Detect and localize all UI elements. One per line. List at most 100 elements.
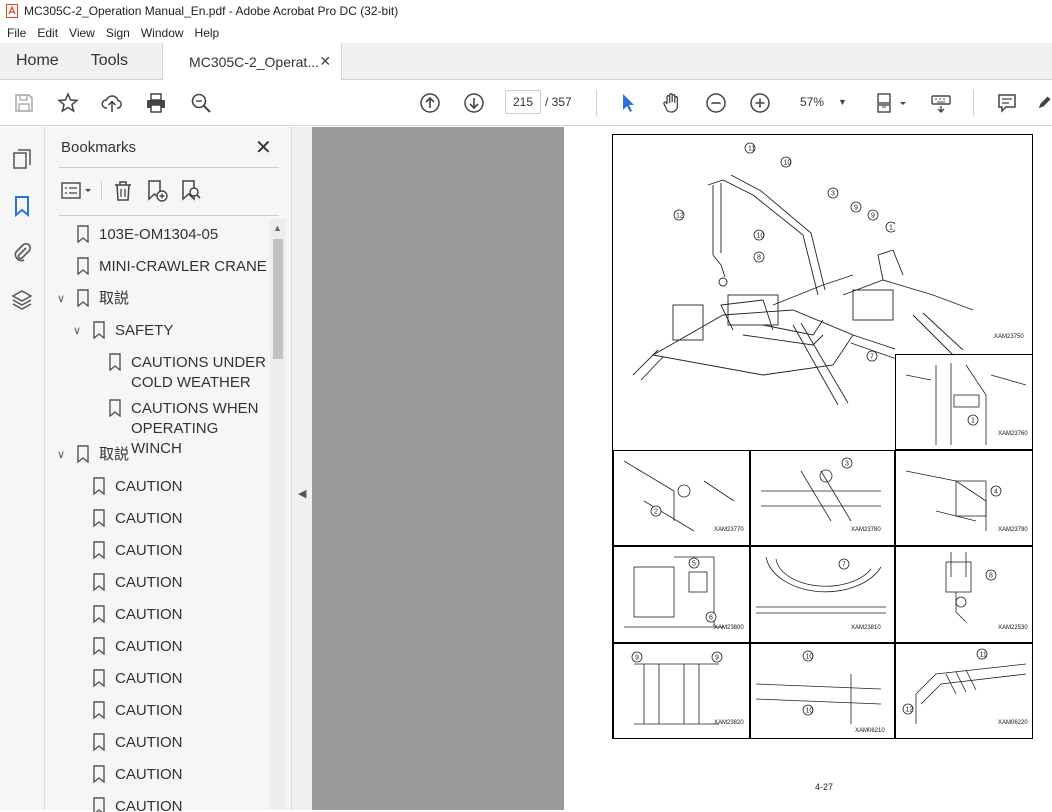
svg-text:5: 5 [692,561,696,568]
bookmark-item[interactable]: CAUTION [93,765,183,785]
bookmark-options-icon[interactable] [61,179,95,203]
bookmark-item[interactable]: CAUTIONS WHEN OPERATING WINCH [109,399,269,459]
detail-cell: 9 9 XAM23820 [613,643,750,739]
menu-bar: File Edit View Sign Window Help [0,22,1052,43]
attachment-icon[interactable] [10,240,34,264]
chevron-down-icon[interactable]: ∨ [57,445,71,465]
hand-tool-icon[interactable] [660,91,684,115]
detail-drawing: 10 10 [755,650,882,724]
bookmark-icon [77,225,89,243]
pdf-page: 11 10 3 9 9 12 10 8 1 5 6 4 7 [564,127,1052,810]
bookmark-label: CAUTION [115,670,183,687]
page-number-input[interactable]: 215 [505,90,541,114]
bookmark-item[interactable]: ∨ 取説 [57,289,129,309]
menu-file[interactable]: File [3,26,30,40]
figure-code: XAM23820 [714,720,744,726]
new-bookmark-icon[interactable] [145,179,169,203]
bookmark-icon [93,541,105,559]
bookmark-icon [93,573,105,591]
svg-text:10: 10 [806,708,814,715]
svg-text:9: 9 [715,655,719,662]
fit-chevron-icon[interactable] [898,91,908,115]
next-page-icon[interactable] [462,91,486,115]
panel-collapse-strip[interactable]: ◀ [292,127,312,810]
tab-home[interactable]: Home [0,43,75,79]
keyboard-icon[interactable] [929,91,953,115]
svg-text:8: 8 [757,255,761,262]
bookmark-label: CAUTION [115,606,183,623]
bookmark-icon [93,321,105,339]
menu-view[interactable]: View [65,26,99,40]
scrollbar-thumb[interactable] [273,239,283,359]
detail-cell: 2 XAM23770 [613,450,750,546]
bookmarks-title: Bookmarks [61,139,137,156]
fit-page-icon[interactable] [873,91,897,115]
menu-help[interactable]: Help [191,26,224,40]
bookmark-icon [109,353,121,371]
bookmark-label: MINI-CRAWLER CRANE [99,258,267,275]
bookmark-item[interactable]: CAUTION [93,669,183,689]
bookmark-item[interactable]: ∨ 取説 [57,445,129,465]
star-icon[interactable] [56,91,80,115]
bookmark-item[interactable]: CAUTION [93,605,183,625]
bookmark-item[interactable]: CAUTION [93,637,183,657]
bookmark-item[interactable]: CAUTION [93,733,183,753]
bookmark-item[interactable]: CAUTION [93,701,183,721]
menu-sign[interactable]: Sign [102,26,134,40]
pages-icon[interactable] [10,147,34,171]
zoom-out-icon[interactable] [704,91,728,115]
figure-code: XAM23790 [998,527,1028,533]
layers-icon[interactable] [10,288,34,312]
find-bookmark-icon[interactable] [179,179,203,203]
document-viewport[interactable]: 11 10 3 9 9 12 10 8 1 5 6 4 7 [312,127,1052,810]
tab-tools[interactable]: Tools [75,43,144,79]
svg-text:2: 2 [654,509,658,516]
svg-text:10: 10 [757,233,765,240]
menu-edit[interactable]: Edit [33,26,62,40]
bookmark-icon [93,733,105,751]
select-cursor-icon[interactable] [616,91,640,115]
bookmark-item[interactable]: ∨ SAFETY [73,321,173,341]
title-bar: MC305C-2_Operation Manual_En.pdf - Adobe… [0,0,1052,22]
svg-text:1: 1 [971,418,975,425]
delete-icon[interactable] [111,179,135,203]
upload-cloud-icon[interactable] [100,91,124,115]
window-title: MC305C-2_Operation Manual_En.pdf - Adobe… [24,4,399,18]
bookmark-label: CAUTION [115,734,183,751]
bookmark-item[interactable]: CAUTION [93,541,183,561]
print-icon[interactable] [144,91,168,115]
svg-text:4: 4 [994,489,998,496]
save-icon[interactable] [12,91,36,115]
comment-icon[interactable] [995,91,1019,115]
zoom-level-dropdown[interactable]: 57% ▼ [790,90,850,114]
previous-page-icon[interactable] [418,91,442,115]
bookmark-icon [93,765,105,783]
scroll-up-icon[interactable]: ▲ [273,223,282,233]
bookmark-item[interactable]: CAUTION [93,509,183,529]
figure-code: XAM23770 [714,527,744,533]
tab-document[interactable]: MC305C-2_Operat... ✕ [162,43,343,80]
pen-icon[interactable] [1036,91,1052,115]
chevron-down-icon[interactable]: ∨ [73,321,87,341]
bookmark-item[interactable]: 103E-OM1304-05 [77,225,218,245]
collapse-arrow-icon[interactable]: ◀ [298,487,306,500]
close-tab-icon[interactable]: ✕ [319,53,331,70]
bookmark-label: CAUTION [115,574,183,591]
toolbar-divider [973,90,974,116]
chevron-down-icon: ▼ [838,97,847,107]
zoom-search-icon[interactable] [189,91,213,115]
zoom-in-icon[interactable] [748,91,772,115]
menu-window[interactable]: Window [137,26,188,40]
bookmark-item[interactable]: MINI-CRAWLER CRANE [77,257,267,277]
bookmark-item[interactable]: CAUTIONS UNDER COLD WEATHER [109,353,269,393]
chevron-down-icon[interactable]: ∨ [57,289,71,309]
bookmark-icon [77,445,89,463]
bookmark-label: CAUTIONS WHEN OPERATING WINCH [131,400,259,457]
svg-text:11: 11 [748,146,755,153]
bookmark-item[interactable]: CAUTION [93,573,183,593]
bookmark-item[interactable]: CAUTION [93,477,183,497]
bookmark-panel-icon[interactable] [10,194,34,218]
close-panel-icon[interactable]: ✕ [255,135,272,160]
divider [59,215,279,216]
bookmark-scrollbar[interactable]: ▲ [270,219,286,810]
